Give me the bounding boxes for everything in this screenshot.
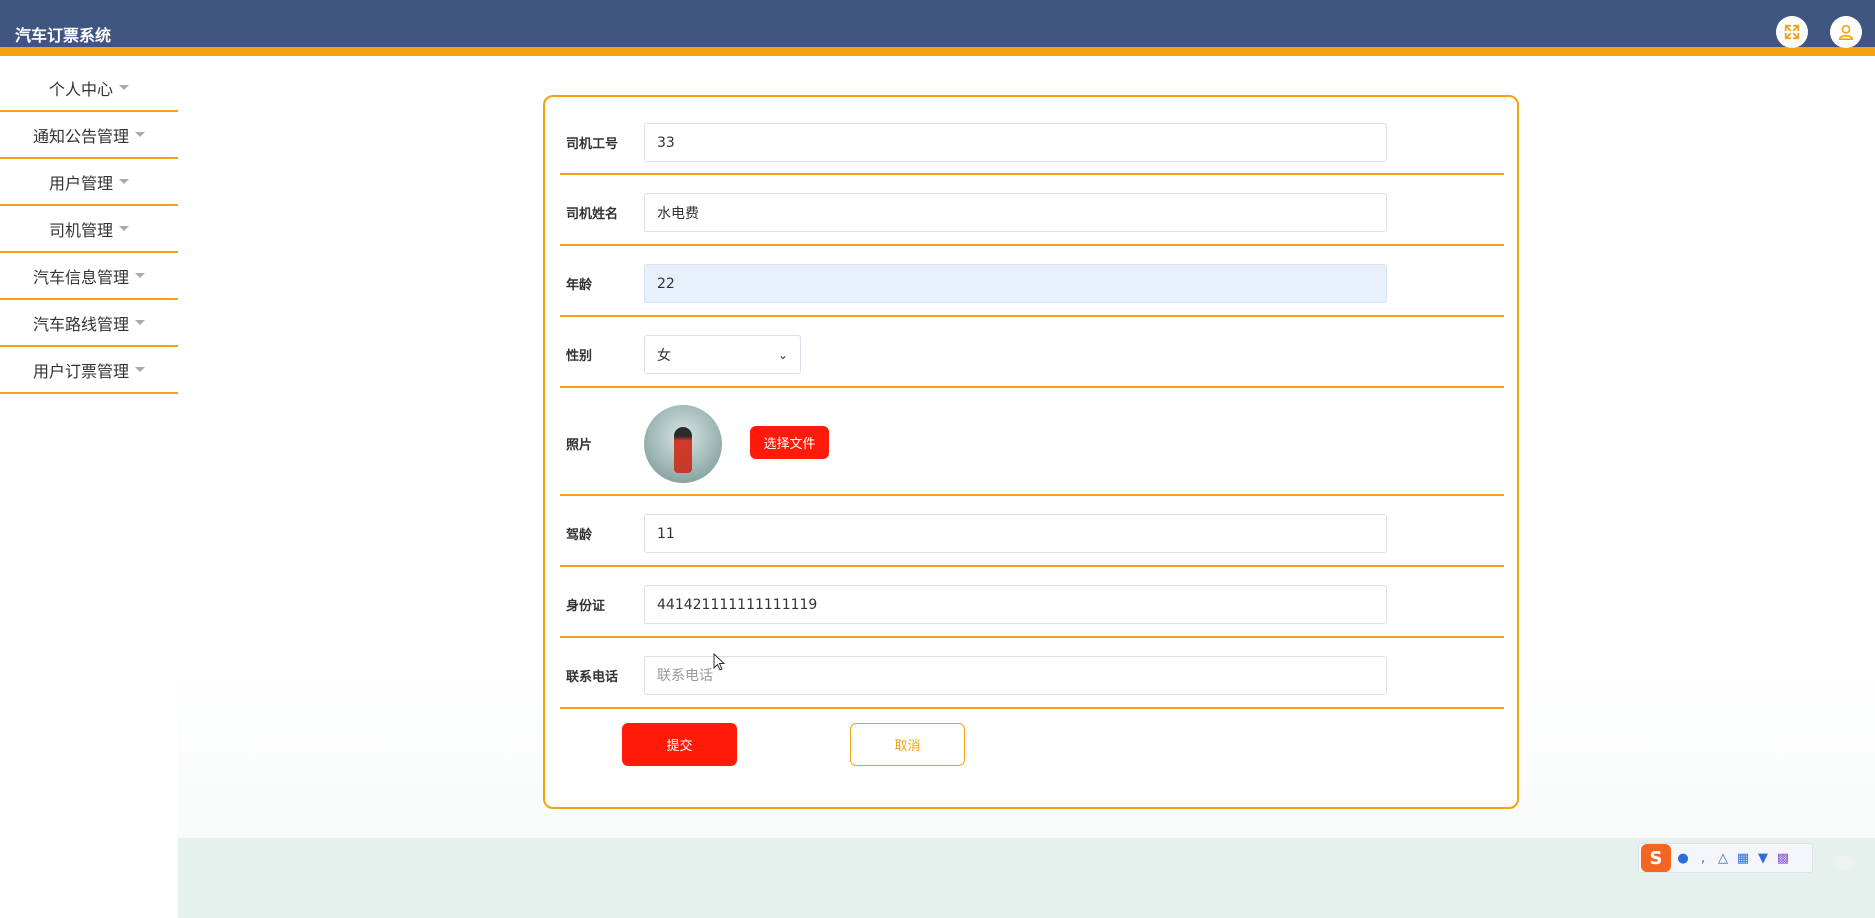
top-header: 汽车订票系统 <box>0 0 1875 56</box>
sidebar-item-bookings[interactable]: 用户订票管理 <box>0 347 178 394</box>
footer-band <box>178 838 1875 918</box>
caret-down-icon <box>135 273 145 278</box>
chevron-down-icon: ⌄ <box>777 347 788 362</box>
caret-down-icon <box>119 179 129 184</box>
punctuation-icon[interactable]: ‚ <box>1695 850 1711 866</box>
field-label: 联系电话 <box>566 670 619 685</box>
field-label: 驾龄 <box>566 528 593 543</box>
sidebar-item-vehicles[interactable]: 汽车信息管理 <box>0 253 178 300</box>
driving-years-input[interactable] <box>644 514 1387 553</box>
driver-name-input[interactable] <box>644 193 1387 232</box>
form-row-gender: 性别 女 ⌄ <box>560 317 1504 388</box>
face-icon[interactable]: ● <box>1675 850 1691 866</box>
form-row-age: 年龄 <box>560 246 1504 317</box>
sidebar-item-label: 个人中心 <box>48 79 113 99</box>
user-icon <box>1838 24 1854 41</box>
ime-logo-icon[interactable]: S <box>1641 844 1671 872</box>
caret-down-icon <box>135 132 145 137</box>
ime-cloud-icon[interactable] <box>1834 856 1854 870</box>
form-row-id-card: 身份证 <box>560 567 1504 638</box>
sidebar-item-label: 司机管理 <box>48 220 113 240</box>
form-row-photo: 照片 选择文件 <box>560 388 1504 496</box>
sidebar-item-personal-center[interactable]: 个人中心 <box>0 65 178 112</box>
form-row-phone: 联系电话 <box>560 638 1504 709</box>
driver-id-input[interactable] <box>644 123 1387 162</box>
sidebar-item-label: 用户订票管理 <box>32 361 129 381</box>
field-label: 性别 <box>566 349 593 364</box>
submit-button[interactable]: 提交 <box>622 723 737 766</box>
field-label: 司机姓名 <box>566 207 619 222</box>
form-row-driving-years: 驾龄 <box>560 496 1504 567</box>
sidebar-item-routes[interactable]: 汽车路线管理 <box>0 300 178 347</box>
field-label: 身份证 <box>566 599 606 614</box>
cancel-button[interactable]: 取消 <box>850 723 965 766</box>
choose-file-button[interactable]: 选择文件 <box>750 426 829 459</box>
sidebar-item-drivers[interactable]: 司机管理 <box>0 206 178 253</box>
caret-down-icon <box>119 226 129 231</box>
id-card-input[interactable] <box>644 585 1387 624</box>
gender-select-value: 女 <box>657 347 671 364</box>
skin-icon[interactable]: ▼ <box>1755 850 1771 866</box>
field-label: 年龄 <box>566 278 593 293</box>
caret-down-icon <box>135 320 145 325</box>
form-row-driver-name: 司机姓名 <box>560 175 1504 246</box>
app-title: 汽车订票系统 <box>15 26 112 45</box>
caret-down-icon <box>135 367 145 372</box>
gender-select[interactable]: 女 ⌄ <box>644 335 801 374</box>
apps-grid-icon[interactable]: ▩ <box>1775 850 1791 866</box>
photo-figure <box>674 427 692 473</box>
driver-form: 司机工号 司机姓名 年龄 性别 女 ⌄ 照片 选择文件 驾龄 身份证 联系电话 … <box>543 95 1519 809</box>
microphone-icon[interactable]: △ <box>1715 850 1731 866</box>
sidebar: 个人中心 通知公告管理 用户管理 司机管理 汽车信息管理 汽车路线管理 用户订票… <box>0 65 178 918</box>
user-button[interactable] <box>1830 16 1862 48</box>
age-input[interactable] <box>644 264 1387 303</box>
phone-input[interactable] <box>644 656 1387 695</box>
fullscreen-button[interactable] <box>1776 16 1808 48</box>
expand-icon <box>1784 24 1800 40</box>
keyboard-icon[interactable]: ▦ <box>1735 850 1751 866</box>
sidebar-item-label: 用户管理 <box>48 173 113 193</box>
field-label: 司机工号 <box>566 137 619 152</box>
sidebar-item-label: 通知公告管理 <box>32 126 129 146</box>
sidebar-item-notice[interactable]: 通知公告管理 <box>0 112 178 159</box>
form-row-driver-id: 司机工号 <box>560 108 1504 175</box>
field-label: 照片 <box>566 438 593 453</box>
sidebar-item-label: 汽车信息管理 <box>32 267 129 287</box>
sidebar-item-users[interactable]: 用户管理 <box>0 159 178 206</box>
sidebar-item-label: 汽车路线管理 <box>32 314 129 334</box>
ime-toolbar: S ● ‚ △ ▦ ▼ ▩ <box>1638 843 1813 873</box>
caret-down-icon <box>119 85 129 90</box>
driver-photo <box>644 405 722 483</box>
